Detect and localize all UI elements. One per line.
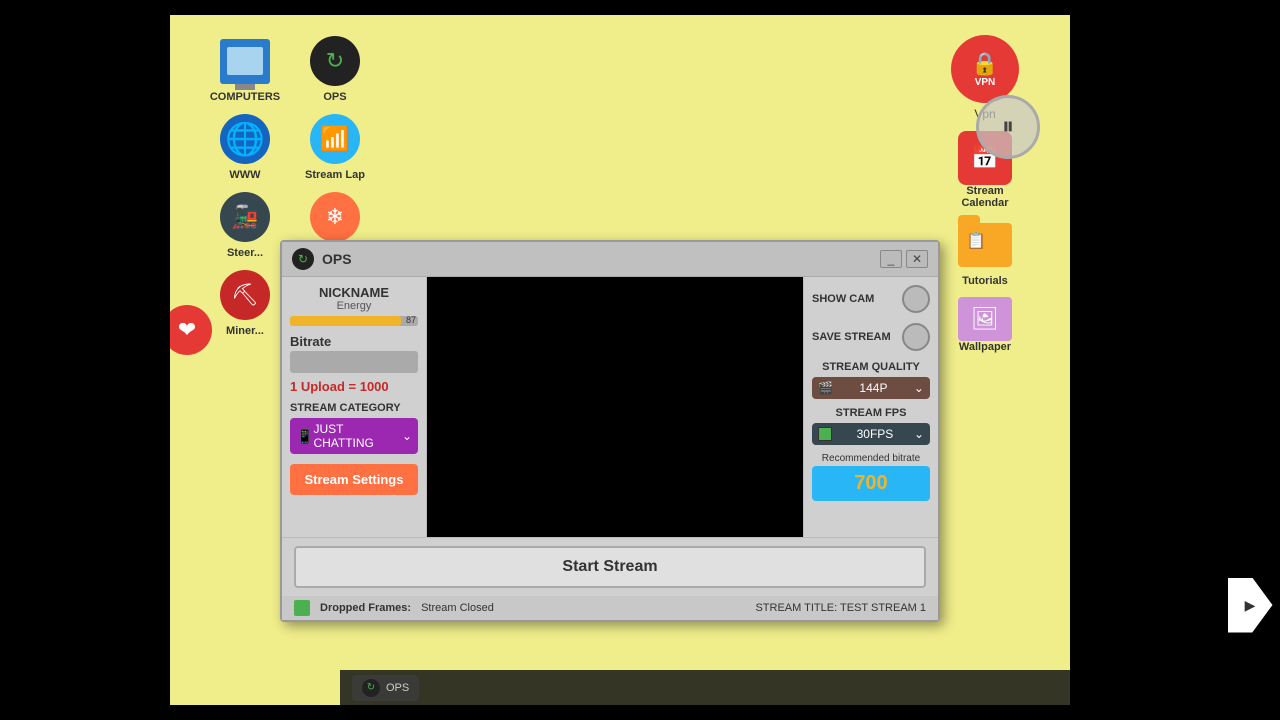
stream-title-label: STREAM TITLE: [755, 602, 837, 614]
ops-title-icon: ↻ [292, 248, 314, 270]
miner-icon-item[interactable]: ⛏ Miner... [210, 269, 280, 337]
www-icon [219, 113, 271, 165]
stream-preview [427, 277, 803, 537]
tutorials-icon-item[interactable]: 📋 Tutorials [950, 219, 1020, 287]
streamlap-label: Stream Lap [305, 169, 365, 181]
avest-icon: ❄ [309, 191, 361, 243]
main-screen: COMPUTERS ↻ OPS WWW 📶 Stream Lap [170, 15, 1070, 705]
nickname-section: NICKNAME Energy 87 [290, 285, 418, 326]
ops-left-panel: NICKNAME Energy 87 Bitrate 1 Upload = 10… [282, 277, 427, 537]
ops-window: ↻ OPS _ ✕ NICKNAME Energy 87 Bitrate [280, 240, 940, 622]
stream-quality-label: STREAM QUALITY [812, 361, 930, 373]
wallpaper-label: Wallpaper [959, 341, 1011, 353]
recommended-bitrate-label: Recommended bitrate [812, 453, 930, 464]
chevron-down-icon: ⌄ [402, 429, 412, 443]
stream-title-value: TEST STREAM 1 [840, 602, 926, 614]
vpn-button[interactable]: 🔒VPN [951, 35, 1019, 103]
status-bar: Dropped Frames: Stream Closed STREAM TIT… [282, 596, 938, 620]
category-value: JUST CHATTING [313, 422, 402, 450]
recommended-bitrate-value: 700 [812, 466, 930, 501]
www-icon-item[interactable]: WWW [210, 113, 280, 181]
energy-bar: 87 [290, 316, 418, 326]
taskbar-ops-label: OPS [386, 682, 409, 694]
quality-icon: 🎬 [818, 381, 833, 395]
computers-label: COMPUTERS [210, 91, 280, 103]
quality-value: 144P [859, 381, 887, 395]
taskbar-ops-icon: ↻ [362, 679, 380, 697]
pause-button[interactable]: ⏸ [976, 95, 1040, 159]
show-cam-row: SHOW CAM [812, 285, 930, 313]
stream-settings-button[interactable]: Stream Settings [290, 464, 418, 495]
computers-icon-item[interactable]: COMPUTERS [210, 35, 280, 103]
chevron-fps-icon: ⌄ [914, 427, 924, 441]
wallpaper-icon: 🖼 [958, 297, 1012, 341]
nickname-label: NICKNAME [290, 285, 418, 300]
stream-title-area: STREAM TITLE: TEST STREAM 1 [755, 602, 926, 614]
icon-row-1: COMPUTERS ↻ OPS [210, 35, 370, 103]
status-dot [294, 600, 310, 616]
energy-bar-fill [290, 316, 401, 326]
ops-title-text: OPS [322, 251, 872, 267]
tutorials-folder-icon: 📋 [959, 219, 1011, 271]
show-cam-label: SHOW CAM [812, 293, 874, 305]
window-buttons: _ ✕ [880, 250, 928, 268]
www-label: WWW [229, 169, 260, 181]
computers-icon [219, 35, 271, 87]
ops-label: OPS [323, 91, 346, 103]
stream-fps-label: STREAM FPS [812, 407, 930, 419]
right-desktop-icons: 🔒VPN Vpn 📅 Stream Calendar 📋 Tutorials 🖼… [950, 35, 1020, 353]
ops-icon: ↻ [309, 35, 361, 87]
stream-category-dropdown[interactable]: 📱 JUST CHATTING ⌄ [290, 418, 418, 454]
ops-titlebar: ↻ OPS _ ✕ [282, 242, 938, 277]
stream-fps-dropdown[interactable]: 30FPS ⌄ [812, 423, 930, 445]
heartrate-icon-item[interactable]: ❤ [170, 305, 212, 355]
close-button[interactable]: ✕ [906, 250, 928, 268]
ops-right-panel: SHOW CAM SAVE STREAM STREAM QUALITY 🎬 14… [803, 277, 938, 537]
taskbar-ops-item[interactable]: ↻ OPS [352, 675, 419, 701]
tutorials-label: Tutorials [962, 275, 1008, 287]
bitrate-label: Bitrate [290, 334, 418, 349]
steam-icon-item[interactable]: 🚂 Steer... [210, 191, 280, 259]
streamlap-icon: 📶 [309, 113, 361, 165]
energy-pct: 87 [406, 315, 416, 325]
right-edge-arrow[interactable]: ▶ [1225, 570, 1275, 640]
ops-icon-item[interactable]: ↻ OPS [300, 35, 370, 103]
fps-value: 30FPS [857, 427, 894, 441]
taskbar: ↻ OPS 🔊 12:23 [340, 670, 1070, 705]
streamlap-icon-item[interactable]: 📶 Stream Lap [300, 113, 370, 181]
stream-category-label: STREAM CATEGORY [290, 402, 418, 414]
start-stream-button[interactable]: Start Stream [294, 546, 926, 588]
stream-calendar-label: Stream Calendar [950, 185, 1020, 209]
ops-bottom-bar: Start Stream [282, 537, 938, 596]
upload-label: 1 Upload = 1000 [290, 379, 418, 394]
miner-icon: ⛏ [219, 269, 271, 321]
dropped-frames-value: Stream Closed [421, 602, 494, 614]
stream-quality-dropdown[interactable]: 🎬 144P ⌄ [812, 377, 930, 399]
save-stream-toggle[interactable] [902, 323, 930, 351]
show-cam-toggle[interactable] [902, 285, 930, 313]
steam-icon: 🚂 [219, 191, 271, 243]
category-icon: 📱 [296, 428, 313, 445]
dropped-frames-label: Dropped Frames: [320, 602, 411, 614]
ops-body: NICKNAME Energy 87 Bitrate 1 Upload = 10… [282, 277, 938, 537]
icon-row-2: WWW 📶 Stream Lap [210, 113, 370, 181]
chevron-quality-icon: ⌄ [914, 381, 924, 395]
save-stream-row: SAVE STREAM [812, 323, 930, 351]
minimize-button[interactable]: _ [880, 250, 902, 268]
miner-label: Miner... [226, 325, 264, 337]
steam-label: Steer... [227, 247, 263, 259]
save-stream-label: SAVE STREAM [812, 331, 891, 343]
fps-checkbox [818, 427, 832, 441]
energy-label: Energy [290, 300, 418, 312]
wallpaper-icon-item[interactable]: 🖼 Wallpaper [950, 297, 1020, 353]
bitrate-bar [290, 351, 418, 373]
